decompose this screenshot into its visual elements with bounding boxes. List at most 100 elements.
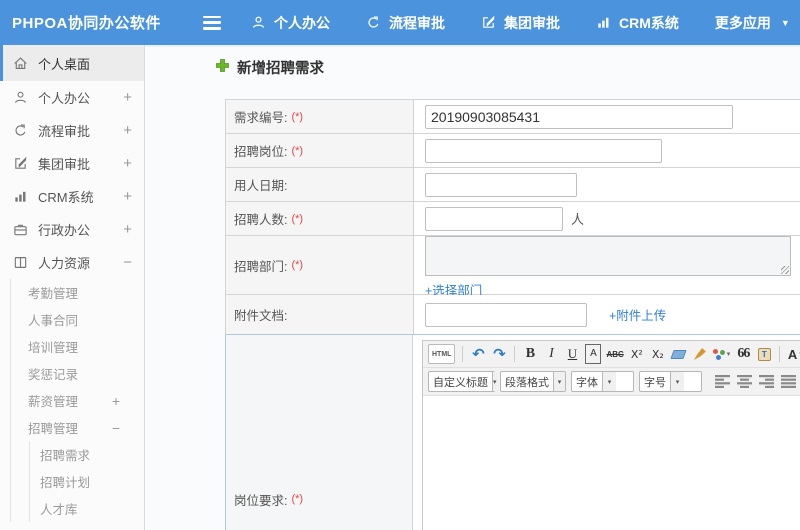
topnav-crm[interactable]: CRM系统 [596, 13, 679, 33]
sidebar-item-hr[interactable]: 人力资源 − [0, 246, 144, 279]
attachment-input[interactable] [425, 302, 587, 327]
sidebar-item-personal-office[interactable]: 个人办公 + [0, 81, 144, 114]
home-icon [13, 56, 29, 71]
sidebar-item-recruit-plan[interactable]: 招聘计划 [30, 468, 144, 495]
field-label: 用人日期: [234, 179, 288, 193]
form-row-date: 用人日期: [226, 168, 800, 202]
hr-submenu: 考勤管理 人事合同 培训管理 奖惩记录 薪资管理 + 招聘管理 − 招聘需求 招聘计… [10, 279, 144, 522]
align-right-icon[interactable] [759, 375, 774, 388]
sidebar-item-group-approval[interactable]: 集团审批 + [0, 147, 144, 180]
requirement-code-input[interactable] [425, 104, 733, 129]
recruitment-form: 需求编号:(*) 招聘岗位:(*) 用人日期: 招聘人数:(*) 人 招聘部门:… [225, 99, 800, 530]
person-icon [251, 15, 266, 30]
topnav-workflow-approval[interactable]: 流程审批 [366, 13, 445, 33]
chevron-down-icon: ▾ [670, 372, 684, 391]
editor-toolbar-row2: 自定义标题 ▾ 段落格式 ▾ 字体 ▾ 字号 ▾ [423, 368, 800, 396]
italic-button[interactable]: I [543, 344, 559, 364]
paragraph-format-select[interactable]: 段落格式 ▾ [500, 371, 566, 392]
form-row-requirements: 岗位要求: (*) HTML ↶ ↷ B I U A ABC X² X₂ ▾ 6… [225, 334, 800, 530]
sidebar-item-crm[interactable]: CRM系统 + [0, 180, 144, 213]
edit-icon [13, 156, 29, 171]
recruitment-submenu: 招聘需求 招聘计划 人才库 [29, 441, 144, 522]
sidebar-item-personal-desktop[interactable]: 个人桌面 [0, 45, 144, 81]
sidebar-item-workflow-approval[interactable]: 流程审批 + [0, 114, 144, 147]
person-icon [13, 90, 29, 105]
required-mark: (*) [291, 110, 304, 123]
sidebar-item-hr-contract[interactable]: 人事合同 [11, 306, 144, 333]
editor-toolbar-row1: HTML ↶ ↷ B I U A ABC X² X₂ ▾ 66 T A [423, 341, 800, 368]
blockquote-button[interactable]: 66 [735, 344, 751, 364]
undo-icon[interactable]: ↶ [470, 344, 486, 364]
expand-plus-icon: + [111, 392, 120, 409]
expand-plus-icon: + [123, 221, 132, 238]
emoticon-palette-icon[interactable]: ▾ [712, 344, 730, 364]
edit-icon [481, 15, 496, 30]
topnav-more-apps[interactable]: 更多应用 ▼ [715, 13, 790, 33]
underline-button[interactable]: U [564, 344, 580, 364]
collapse-minus-icon: − [123, 254, 132, 271]
required-mark: (*) [291, 144, 304, 157]
sidebar-item-rewards[interactable]: 奖惩记录 [11, 360, 144, 387]
add-plus-icon [216, 59, 229, 76]
form-row-code: 需求编号: (*) [226, 100, 800, 134]
app-logo: PHPOA协同办公软件 [12, 15, 161, 32]
recruit-post-input[interactable] [425, 138, 662, 163]
sidebar-item-recruit-requirement[interactable]: 招聘需求 [30, 441, 144, 468]
custom-title-select[interactable]: 自定义标题 ▾ [428, 371, 497, 392]
hire-date-input[interactable] [425, 172, 577, 197]
sidebar-item-talent-pool[interactable]: 人才库 [30, 495, 144, 522]
page-title: 新增招聘需求 [216, 57, 324, 78]
briefcase-icon [13, 222, 29, 237]
hamburger-menu-icon[interactable] [203, 15, 221, 30]
font-size-select[interactable]: 字号 ▾ [639, 371, 702, 392]
field-label: 招聘部门: [234, 259, 288, 274]
topnav-personal-office[interactable]: 个人办公 [251, 13, 330, 33]
align-left-icon[interactable] [715, 375, 730, 388]
topnav-group-approval[interactable]: 集团审批 [481, 13, 560, 33]
eraser-icon[interactable] [670, 344, 687, 364]
sidebar-item-training[interactable]: 培训管理 [11, 333, 144, 360]
format-brush-icon[interactable] [692, 344, 708, 364]
book-icon [13, 255, 29, 270]
form-row-attachment: 附件文档: +附件上传 [226, 295, 800, 335]
chevron-down-icon: ▾ [602, 372, 616, 391]
field-label: 需求编号: [234, 111, 288, 125]
attachment-upload-link[interactable]: +附件上传 [609, 305, 666, 324]
headcount-input[interactable] [425, 206, 563, 231]
sidebar-item-recruitment[interactable]: 招聘管理 − [11, 414, 144, 441]
workflow-icon [13, 123, 29, 138]
font-style-button[interactable]: A [585, 344, 602, 364]
top-bar: PHPOA协同办公软件 个人办公 流程审批 集团审批 CRM系统 更多应用 ▼ [0, 0, 800, 45]
top-nav: 个人办公 流程审批 集团审批 CRM系统 更多应用 ▼ [251, 13, 790, 33]
editor-content-area[interactable] [423, 396, 800, 530]
font-color-button[interactable]: A▾ [787, 344, 800, 364]
align-justify-icon[interactable] [781, 375, 796, 388]
chevron-down-icon: ▾ [553, 372, 565, 391]
sidebar-item-admin-office[interactable]: 行政办公 + [0, 213, 144, 246]
sidebar-item-attendance[interactable]: 考勤管理 [11, 279, 144, 306]
required-mark: (*) [291, 259, 304, 271]
bar-chart-icon [13, 189, 29, 204]
redo-icon[interactable]: ↷ [491, 344, 507, 364]
expand-plus-icon: + [123, 155, 132, 172]
paste-icon[interactable]: T [756, 344, 772, 364]
html-source-button[interactable]: HTML [428, 344, 456, 364]
chevron-down-icon: ▼ [780, 17, 790, 28]
required-mark: (*) [291, 493, 304, 505]
unit-suffix: 人 [571, 212, 585, 227]
strikethrough-button[interactable]: ABC [606, 344, 623, 364]
form-row-headcount: 招聘人数: (*) 人 [226, 202, 800, 236]
recruit-department-textarea[interactable] [425, 235, 791, 276]
subscript-button[interactable]: X₂ [650, 344, 666, 364]
collapse-minus-icon: − [111, 419, 120, 436]
bold-button[interactable]: B [522, 344, 538, 364]
expand-plus-icon: + [123, 188, 132, 205]
expand-plus-icon: + [123, 122, 132, 139]
superscript-button[interactable]: X² [629, 344, 645, 364]
sidebar-item-salary[interactable]: 薪资管理 + [11, 387, 144, 414]
form-row-department: 招聘部门: (*) +选择部门 [226, 235, 800, 298]
field-label: 附件文档: [234, 309, 288, 323]
font-family-select[interactable]: 字体 ▾ [571, 371, 634, 392]
align-center-icon[interactable] [737, 375, 752, 388]
required-mark: (*) [291, 212, 304, 225]
